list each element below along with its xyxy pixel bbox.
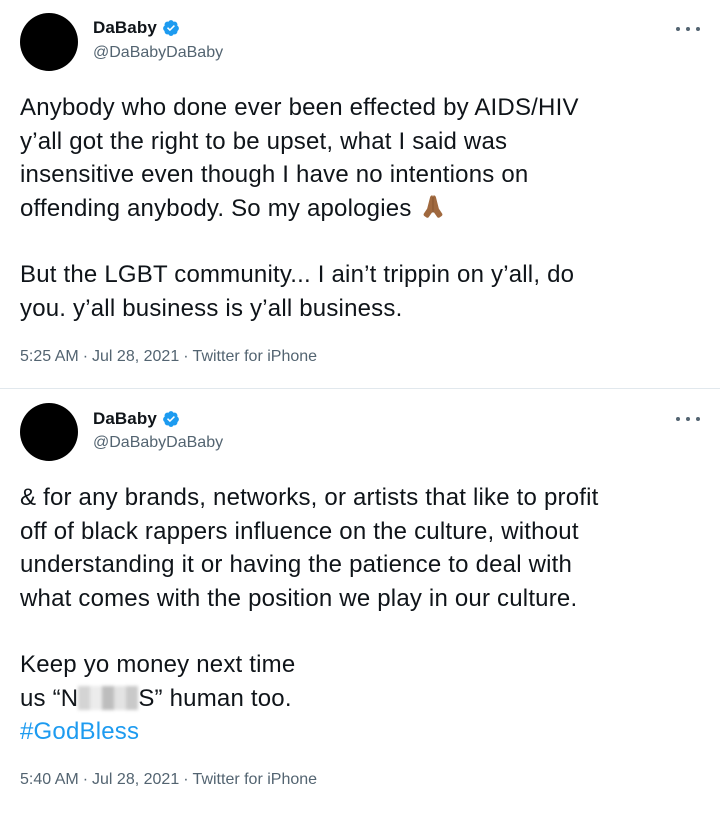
tweet-source[interactable]: Twitter for iPhone <box>193 348 318 365</box>
tweet-line: y’all got the right to be upset, what I … <box>20 127 508 155</box>
tweet-line: But the LGBT community... I ain’t trippi… <box>20 261 575 288</box>
author-name-row[interactable]: DaBaby <box>93 17 180 39</box>
tweet-text: Anybody who done ever been effected by A… <box>20 91 710 325</box>
tweet-line-suffix: S” human too. <box>138 684 292 712</box>
verified-badge-icon <box>163 20 179 36</box>
tweet-line: understanding it or having the patience … <box>20 551 573 578</box>
hashtag-link[interactable]: #GodBless <box>20 718 139 745</box>
tweet-line: off of black rappers influence on the cu… <box>20 517 579 545</box>
tweet-time[interactable]: 5:25 AM <box>20 348 79 365</box>
tweet-line-prefix: us “N <box>20 684 79 712</box>
author-name-row[interactable]: DaBaby <box>93 408 180 430</box>
tweet-meta: 5:25 AM · Jul 28, 2021 · Twitter for iPhone <box>20 348 318 365</box>
tweet-text: & for any brands, networks, or artists t… <box>20 481 710 749</box>
folded-hands-emoji <box>423 194 442 218</box>
tweet-line: what comes with the position we play in … <box>20 584 578 612</box>
tweet-meta: 5:40 AM · Jul 28, 2021 · Twitter for iPhone <box>20 771 318 788</box>
tweet-line-censored: us “N S” human too. <box>20 682 710 716</box>
more-options-icon[interactable] <box>676 22 700 36</box>
display-name[interactable]: DaBaby <box>93 18 157 38</box>
handle[interactable]: @DaBabyDaBaby <box>93 434 223 452</box>
tweet-card[interactable]: DaBaby @DaBabyDaBaby & for any brands, n… <box>0 389 720 813</box>
tweet-date[interactable]: Jul 28, 2021 <box>92 771 179 788</box>
display-name[interactable]: DaBaby <box>93 409 157 429</box>
handle[interactable]: @DaBabyDaBaby <box>93 44 223 62</box>
tweet-time[interactable]: 5:40 AM <box>20 771 79 788</box>
censored-word-blur <box>78 685 139 710</box>
tweet-line: Anybody who done ever been effected by A… <box>20 94 579 121</box>
verified-badge-icon <box>163 411 179 427</box>
avatar[interactable] <box>20 13 78 71</box>
tweet-line: & for any brands, networks, or artists t… <box>20 484 599 511</box>
tweet-card[interactable]: DaBaby @DaBabyDaBaby Anybody who done ev… <box>0 0 720 389</box>
tweet-line: insensitive even though I have no intent… <box>20 161 529 188</box>
more-options-icon[interactable] <box>676 412 700 426</box>
tweet-line: you. y’all business is y’all business. <box>20 294 403 322</box>
tweet-line: Keep yo money next time <box>20 651 296 678</box>
tweet-line-with-emoji: offending anybody. So my apologies <box>20 192 710 226</box>
tweet-line: offending anybody. So my apologies <box>20 194 412 222</box>
tweet-date[interactable]: Jul 28, 2021 <box>92 348 179 365</box>
avatar[interactable] <box>20 403 78 461</box>
tweet-source[interactable]: Twitter for iPhone <box>193 771 318 788</box>
